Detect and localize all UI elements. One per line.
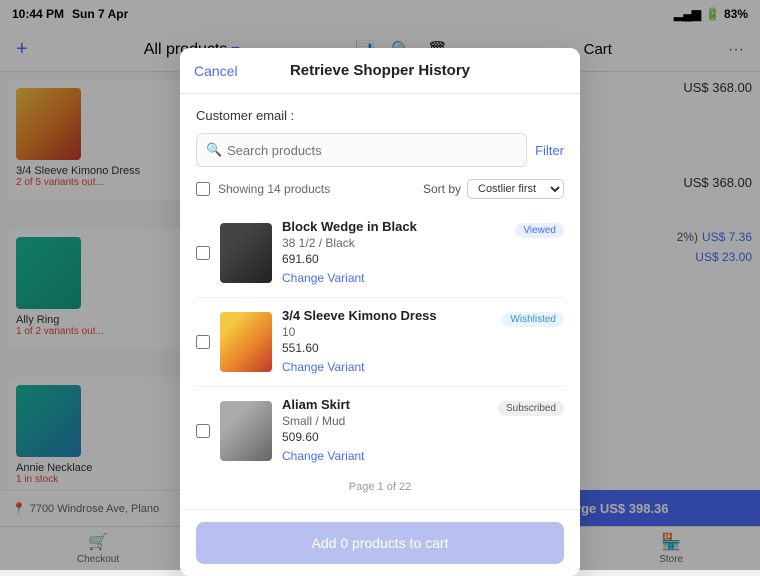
modal-title: Retrieve Shopper History [290,62,470,79]
product-checkbox-2[interactable] [196,335,210,349]
product-price-3: 509.60 [282,430,488,444]
modal-body: Customer email : 🔍 Filter Showing 14 pro… [180,94,580,509]
product-variant-1: 38 1/2 / Black [282,236,505,250]
products-meta-row: Showing 14 products Sort by Costlier fir… [196,179,564,199]
product-info-3: Aliam Skirt Small / Mud 509.60 Change Va… [282,397,488,465]
cancel-button[interactable]: Cancel [194,63,238,79]
modal-header: Cancel Retrieve Shopper History [180,48,580,94]
product-badge-2: Wishlisted [502,312,564,327]
product-row: Block Wedge in Black 38 1/2 / Black 691.… [196,209,564,298]
search-input-wrap: 🔍 [196,133,527,167]
product-row: 3/4 Sleeve Kimono Dress 10 551.60 Change… [196,298,564,387]
change-variant-3[interactable]: Change Variant [282,449,365,463]
product-badge-3: Subscribed [498,401,564,416]
search-input[interactable] [196,133,527,167]
product-name-1: Block Wedge in Black [282,219,505,234]
product-image-3 [220,401,272,461]
add-to-cart-button[interactable]: Add 0 products to cart [196,522,564,564]
products-count: Showing 14 products [218,182,330,196]
product-row: Aliam Skirt Small / Mud 509.60 Change Va… [196,387,564,475]
product-price-2: 551.60 [282,341,492,355]
product-image-1 [220,223,272,283]
retrieve-history-modal: Cancel Retrieve Shopper History Customer… [180,48,580,576]
page-info: Page 1 of 22 [196,475,564,495]
product-name-3: Aliam Skirt [282,397,488,412]
product-checkbox-1[interactable] [196,246,210,260]
product-variant-3: Small / Mud [282,414,488,428]
product-price-1: 691.60 [282,252,505,266]
product-variant-2: 10 [282,325,492,339]
modal-overlay: Cancel Retrieve Shopper History Customer… [0,0,760,570]
product-image-2 [220,312,272,372]
sort-wrap: Sort by Costlier first Cheaper first New… [423,179,564,199]
product-badge-1: Viewed [515,223,564,238]
change-variant-1[interactable]: Change Variant [282,271,365,285]
customer-email-label: Customer email : [196,108,564,123]
sort-select[interactable]: Costlier first Cheaper first Newest firs… [467,179,564,199]
product-checkbox-3[interactable] [196,424,210,438]
product-name-2: 3/4 Sleeve Kimono Dress [282,308,492,323]
change-variant-2[interactable]: Change Variant [282,360,365,374]
product-info-1: Block Wedge in Black 38 1/2 / Black 691.… [282,219,505,287]
product-list: Block Wedge in Black 38 1/2 / Black 691.… [196,209,564,475]
modal-footer: Add 0 products to cart [180,509,580,576]
search-icon: 🔍 [206,142,222,158]
search-row: 🔍 Filter [196,133,564,167]
filter-button[interactable]: Filter [535,143,564,158]
select-all-checkbox[interactable] [196,182,210,196]
sort-by-label: Sort by [423,182,461,196]
meta-left: Showing 14 products [196,182,330,196]
product-info-2: 3/4 Sleeve Kimono Dress 10 551.60 Change… [282,308,492,376]
